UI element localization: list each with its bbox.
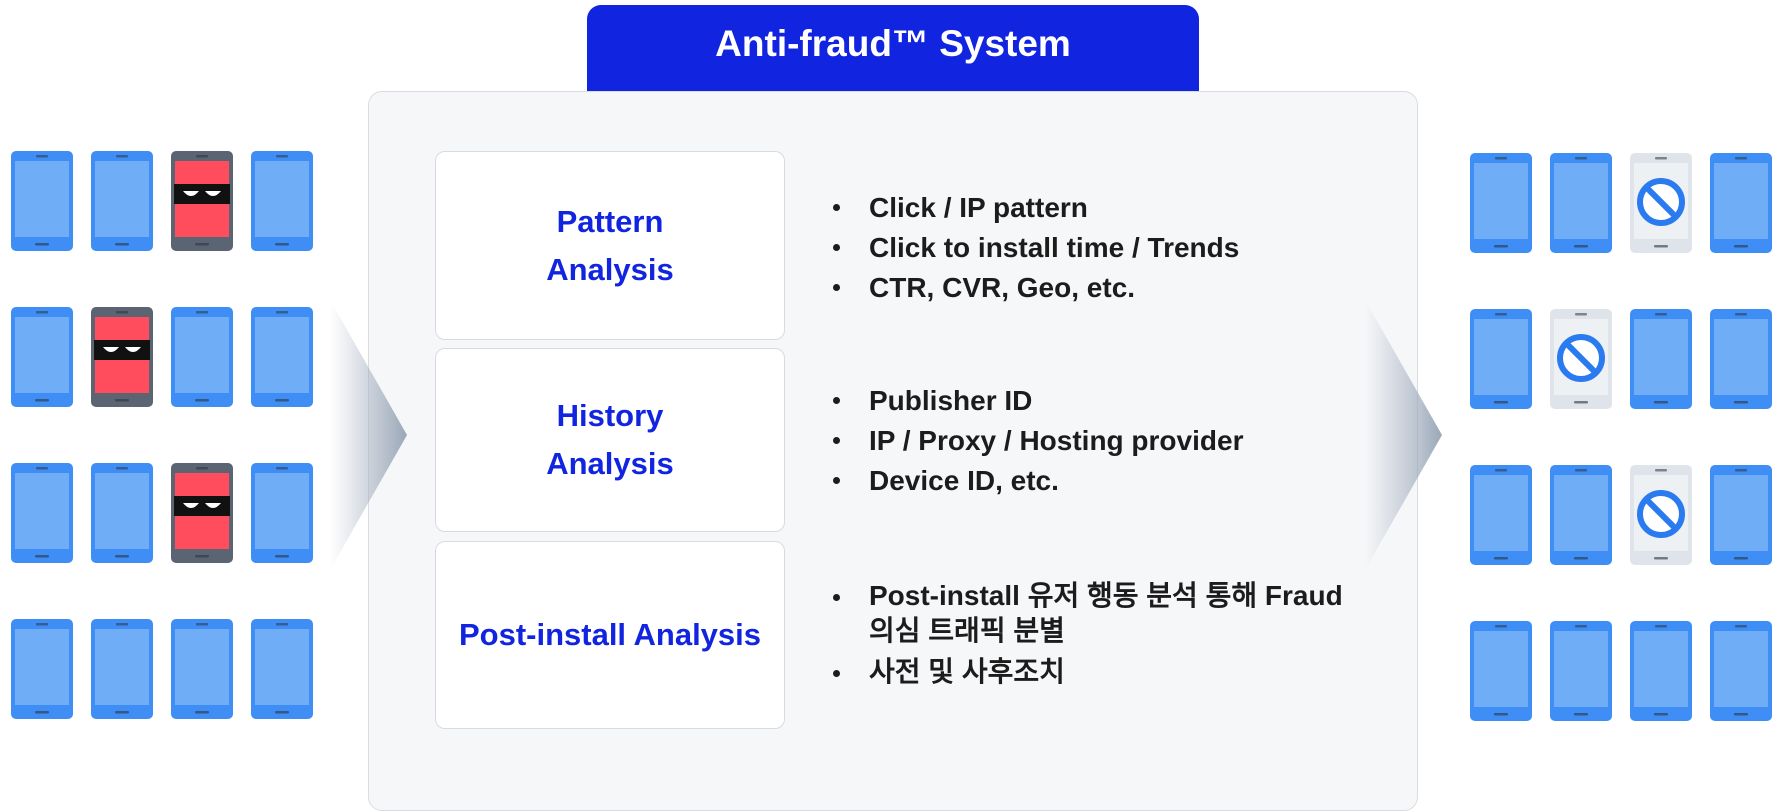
blocked-phone-icon (1630, 153, 1692, 253)
phone-icon (91, 151, 153, 251)
phone-icon (1630, 309, 1692, 409)
history-analysis-title-line-2: Analysis (546, 446, 674, 481)
bullet-item: Click / IP pattern (830, 188, 1239, 228)
bullet-item: Post-install 유저 행동 분석 통해 Fraud 의심 트래픽 분별 (830, 578, 1370, 648)
phone-icon (1630, 621, 1692, 721)
pattern-analysis-title-line-1: Pattern (556, 203, 664, 239)
phone-icon (91, 619, 153, 719)
bullet-item: Publisher ID (830, 381, 1243, 421)
fraud-phone-icon (91, 307, 153, 407)
phone-icon (251, 619, 313, 719)
input-arrow-icon (330, 300, 407, 570)
post-install-analysis-title: Post-install Analysis (458, 617, 762, 652)
pattern-analysis-bullets: Click / IP pattern Click to install time… (830, 188, 1239, 308)
phone-icon (1470, 153, 1532, 253)
phone-icon (251, 463, 313, 563)
phone-icon (1470, 309, 1532, 409)
phone-icon (11, 619, 73, 719)
system-title: Anti-fraud™ System (587, 5, 1199, 91)
post-install-analysis-bullets: Post-install 유저 행동 분석 통해 Fraud 의심 트래픽 분별… (830, 578, 1370, 695)
phone-icon (11, 151, 73, 251)
phone-icon (171, 619, 233, 719)
fraud-phone-icon (171, 463, 233, 563)
phone-icon (1710, 621, 1772, 721)
phone-icon (91, 463, 153, 563)
phone-icon (251, 151, 313, 251)
bullet-item: CTR, CVR, Geo, etc. (830, 268, 1239, 308)
pattern-analysis-title-line-2: Analysis (546, 251, 674, 287)
bullet-item: 사전 및 사후조치 (830, 654, 1370, 689)
output-arrow-icon (1365, 300, 1442, 570)
phone-icon (171, 307, 233, 407)
phone-icon (1710, 465, 1772, 565)
phone-icon (1710, 309, 1772, 409)
post-install-analysis-card: Post-install Analysis (435, 541, 785, 729)
history-analysis-title-line-1: History (556, 398, 664, 433)
phone-icon (1550, 153, 1612, 253)
phone-icon (11, 307, 73, 407)
blocked-phone-icon (1630, 465, 1692, 565)
bullet-item: IP / Proxy / Hosting provider (830, 421, 1243, 461)
phone-icon (251, 307, 313, 407)
history-analysis-card: History Analysis (435, 348, 785, 532)
fraud-phone-icon (171, 151, 233, 251)
bullet-item: Click to install time / Trends (830, 228, 1239, 268)
blocked-phone-icon (1550, 309, 1612, 409)
phone-icon (1550, 465, 1612, 565)
pattern-analysis-card: Pattern Analysis (435, 151, 785, 340)
phone-icon (1710, 153, 1772, 253)
phone-icon (1550, 621, 1612, 721)
bullet-item: Device ID, etc. (830, 461, 1243, 501)
phone-icon (1470, 621, 1532, 721)
history-analysis-bullets: Publisher ID IP / Proxy / Hosting provid… (830, 381, 1243, 501)
phone-icon (1470, 465, 1532, 565)
phone-icon (11, 463, 73, 563)
